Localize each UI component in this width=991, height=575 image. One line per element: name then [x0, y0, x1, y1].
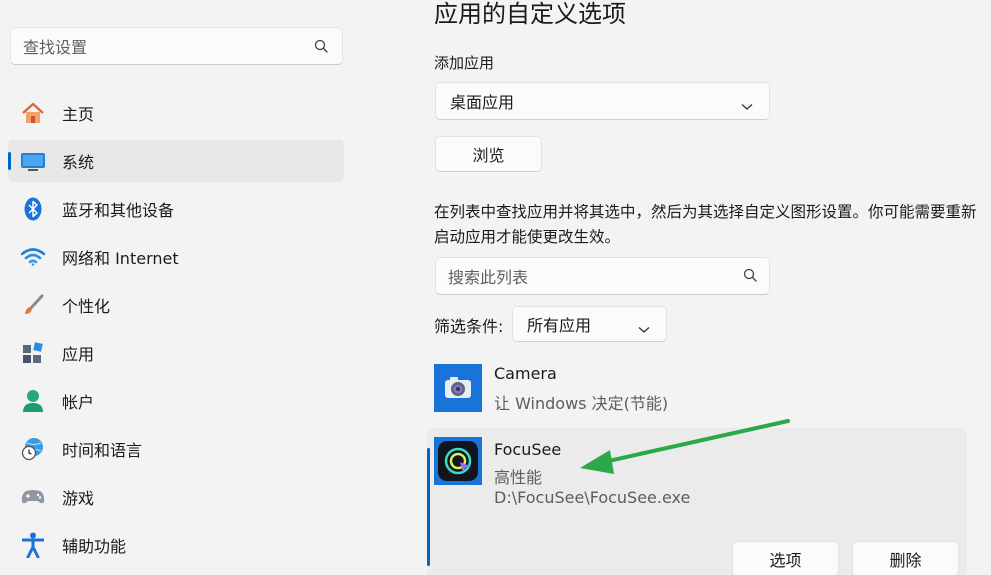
filter-label: 筛选条件: [434, 317, 504, 336]
nav-item-personalization[interactable]: 个性化 [8, 284, 344, 326]
bluetooth-icon [20, 196, 46, 222]
app-type-selected: 桌面应用 [450, 93, 515, 112]
nav-label-accounts: 帐户 [62, 393, 95, 412]
options-button[interactable]: 选项 [732, 541, 839, 575]
app-setting-focusee: 高性能 [494, 468, 543, 487]
nav-label-personalization: 个性化 [62, 297, 111, 316]
nav-label-accessibility: 辅助功能 [62, 537, 127, 556]
settings-search-box[interactable]: 查找设置 [10, 27, 343, 65]
nav-label-apps: 应用 [62, 345, 95, 364]
add-app-label: 添加应用 [434, 54, 495, 72]
annotation-arrow-icon [580, 419, 790, 474]
accessibility-icon [20, 532, 46, 558]
search-icon[interactable] [312, 37, 330, 55]
nav-item-time-language[interactable]: 时间和语言 [8, 428, 344, 470]
main-content: 应用的自定义选项 添加应用 桌面应用 浏览 在列表中查找应用并将其选中，然后为其… [352, 0, 991, 575]
page-title: 应用的自定义选项 [434, 0, 626, 28]
app-list-search-placeholder: 搜索此列表 [448, 268, 529, 287]
nav-label-gaming: 游戏 [62, 489, 95, 508]
wifi-icon [20, 244, 46, 270]
settings-search-placeholder: 查找设置 [23, 38, 88, 57]
nav-item-system[interactable]: 系统 [8, 140, 344, 182]
app-name-camera: Camera [494, 364, 557, 383]
app-setting-camera: 让 Windows 决定(节能) [494, 394, 669, 413]
time-language-icon [20, 436, 46, 462]
nav-label-bluetooth: 蓝牙和其他设备 [62, 201, 175, 220]
list-description: 在列表中查找应用并将其选中，然后为其选择自定义图形设置。你可能需要重新启动应用才… [434, 203, 977, 246]
nav-item-bluetooth[interactable]: 蓝牙和其他设备 [8, 188, 344, 230]
sidebar: 查找设置 主页 系统 蓝牙和其他设备 网络和 Internet 个性化 应用 帐… [0, 0, 352, 575]
focusee-icon [434, 437, 482, 485]
nav-label-home: 主页 [62, 105, 95, 124]
nav-item-apps[interactable]: 应用 [8, 332, 344, 374]
chevron-down-icon [638, 319, 650, 338]
app-name-focusee: FocuSee [494, 440, 562, 459]
system-icon [20, 148, 46, 174]
nav-label-network: 网络和 Internet [62, 249, 179, 268]
nav-label-system: 系统 [62, 153, 95, 172]
home-icon [20, 100, 46, 126]
account-icon [20, 388, 46, 414]
nav-item-accounts[interactable]: 帐户 [8, 380, 344, 422]
browse-button[interactable]: 浏览 [435, 136, 542, 172]
chevron-down-icon [741, 96, 753, 115]
filter-dropdown[interactable]: 所有应用 [512, 306, 667, 342]
app-list-item-camera[interactable]: Camera 让 Windows 决定(节能) [434, 364, 964, 416]
nav-item-accessibility[interactable]: 辅助功能 [8, 524, 344, 566]
app-type-dropdown[interactable]: 桌面应用 [435, 82, 770, 120]
delete-button[interactable]: 删除 [852, 541, 959, 575]
camera-icon [434, 364, 482, 412]
nav-label-time-language: 时间和语言 [62, 441, 143, 460]
filter-selected: 所有应用 [527, 316, 592, 335]
app-list-search-box[interactable]: 搜索此列表 [435, 257, 770, 295]
brush-icon [20, 292, 46, 318]
nav-item-network[interactable]: 网络和 Internet [8, 236, 344, 278]
nav-item-home[interactable]: 主页 [8, 92, 344, 134]
app-path-focusee: D:\FocuSee\FocuSee.exe [494, 488, 691, 507]
gamepad-icon [20, 484, 46, 510]
apps-icon [20, 340, 46, 366]
nav-item-gaming[interactable]: 游戏 [8, 476, 344, 518]
search-icon[interactable] [743, 267, 757, 286]
